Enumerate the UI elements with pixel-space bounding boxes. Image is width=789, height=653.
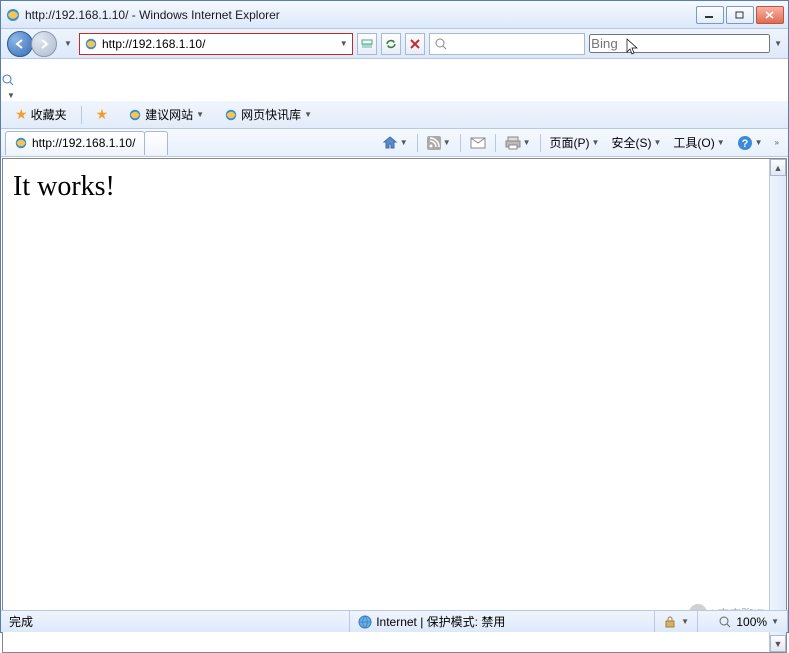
- minimize-button[interactable]: [696, 6, 724, 24]
- search-dropdown-icon[interactable]: ▼: [774, 39, 782, 48]
- status-zoom[interactable]: 100% ▼: [698, 611, 788, 632]
- scroll-up-button[interactable]: ▲: [770, 159, 786, 176]
- safety-menu-button[interactable]: 安全(S) ▼: [606, 132, 666, 154]
- search-box[interactable]: [429, 33, 585, 55]
- search-icon: [434, 37, 448, 51]
- ie-page-icon: [84, 37, 98, 51]
- ie-icon: [128, 108, 142, 122]
- scroll-down-button[interactable]: ▼: [770, 635, 786, 652]
- print-button[interactable]: ▼: [500, 132, 536, 154]
- zoom-icon: [718, 615, 732, 629]
- status-zone[interactable]: Internet | 保护模式: 禁用: [350, 611, 655, 632]
- vertical-scrollbar[interactable]: ▲ ▼: [769, 159, 786, 652]
- chevron-down-icon: ▼: [304, 110, 312, 119]
- search-input[interactable]: [589, 34, 770, 53]
- suggested-sites-label: 建议网站: [145, 106, 193, 123]
- zoom-text: 100%: [736, 615, 767, 629]
- window-controls: [696, 6, 784, 24]
- slice-icon: [224, 108, 238, 122]
- home-icon: [382, 135, 398, 151]
- search-go-icon[interactable]: [1, 59, 788, 101]
- chevron-down-icon: ▼: [196, 110, 204, 119]
- address-dropdown-icon[interactable]: ▼: [340, 39, 348, 48]
- navigation-bar: ▼ ▼ ▼: [1, 29, 788, 59]
- page-body-text: It works!: [3, 159, 786, 215]
- tab-active[interactable]: http://192.168.1.10/: [5, 131, 145, 155]
- chevron-down-icon: ▼: [400, 138, 408, 147]
- svg-text:?: ?: [741, 138, 748, 150]
- suggested-sites-button[interactable]: 建议网站 ▼: [122, 104, 210, 125]
- internet-zone-icon: [358, 615, 372, 629]
- favorites-button[interactable]: ★ 收藏夹: [9, 104, 73, 125]
- chevron-down-icon: ▼: [771, 617, 779, 626]
- chevron-down-icon: ▼: [443, 138, 451, 147]
- close-button[interactable]: [756, 6, 784, 24]
- feeds-button[interactable]: ▼: [422, 132, 456, 154]
- overflow-button[interactable]: »: [770, 132, 784, 154]
- chevron-right-icon: »: [775, 138, 779, 147]
- chevron-down-icon: ▼: [717, 138, 725, 147]
- chevron-down-icon: ▼: [653, 138, 661, 147]
- refresh-button[interactable]: [381, 33, 401, 55]
- tools-menu-label: 工具(O): [673, 134, 714, 151]
- new-tab-button[interactable]: [144, 131, 168, 155]
- search-options-dropdown[interactable]: ▼: [7, 91, 15, 100]
- safety-menu-label: 安全(S): [611, 134, 651, 151]
- page-menu-label: 页面(P): [550, 134, 590, 151]
- url-input[interactable]: [102, 37, 336, 51]
- status-bar: 完成 Internet | 保护模式: 禁用 ▼ 100% ▼: [1, 610, 788, 632]
- command-bar: http://192.168.1.10/ ▼ ▼ ▼ 页面(P) ▼ 安全(S)…: [1, 129, 788, 157]
- help-button[interactable]: ? ▼: [732, 132, 768, 154]
- favorites-bar: ★ 收藏夹 ★ 建议网站 ▼ 网页快讯库 ▼: [1, 101, 788, 129]
- forward-button[interactable]: [31, 31, 57, 57]
- home-button[interactable]: ▼: [377, 132, 413, 154]
- separator: [81, 106, 82, 124]
- window-title: http://192.168.1.10/ - Windows Internet …: [25, 8, 696, 22]
- chevron-down-icon: ▼: [681, 617, 689, 626]
- mail-icon: [470, 137, 486, 149]
- command-buttons: ▼ ▼ ▼ 页面(P) ▼ 安全(S) ▼ 工具(O) ▼ ?: [377, 132, 784, 154]
- separator: [417, 134, 418, 152]
- web-slice-label: 网页快讯库: [241, 106, 301, 123]
- address-bar[interactable]: ▼: [79, 33, 353, 55]
- separator: [495, 134, 496, 152]
- ie-icon: [5, 7, 21, 23]
- status-privacy[interactable]: ▼: [655, 611, 698, 632]
- add-favorites-button[interactable]: ★: [90, 104, 115, 125]
- nav-buttons: [7, 31, 57, 57]
- ie-page-icon: [14, 136, 28, 150]
- page-viewport: It works! ▲ ▼ L宝宝聊IT: [2, 158, 787, 653]
- favorites-label: 收藏夹: [31, 106, 67, 123]
- privacy-icon: [663, 615, 677, 629]
- recent-pages-dropdown[interactable]: ▼: [61, 39, 75, 48]
- chevron-down-icon: ▼: [523, 138, 531, 147]
- separator: [540, 134, 541, 152]
- rss-icon: [427, 136, 441, 150]
- chevron-down-icon: ▼: [592, 138, 600, 147]
- tab-label: http://192.168.1.10/: [32, 136, 135, 150]
- printer-icon: [505, 136, 521, 150]
- back-button[interactable]: [7, 31, 33, 57]
- star-add-icon: ★: [96, 106, 109, 123]
- chevron-down-icon: ▼: [755, 138, 763, 147]
- zone-text: Internet | 保护模式: 禁用: [376, 613, 505, 630]
- separator: [460, 134, 461, 152]
- window-titlebar: http://192.168.1.10/ - Windows Internet …: [1, 1, 788, 29]
- star-icon: ★: [15, 106, 28, 123]
- tools-menu-button[interactable]: 工具(O) ▼: [668, 132, 729, 154]
- compat-view-button[interactable]: [357, 33, 377, 55]
- maximize-button[interactable]: [726, 6, 754, 24]
- mail-button[interactable]: [465, 132, 491, 154]
- help-icon: ?: [737, 135, 753, 151]
- stop-button[interactable]: [405, 33, 425, 55]
- page-menu-button[interactable]: 页面(P) ▼: [545, 132, 605, 154]
- status-text: 完成: [9, 613, 33, 630]
- web-slice-button[interactable]: 网页快讯库 ▼: [218, 104, 318, 125]
- status-done: 完成: [1, 611, 350, 632]
